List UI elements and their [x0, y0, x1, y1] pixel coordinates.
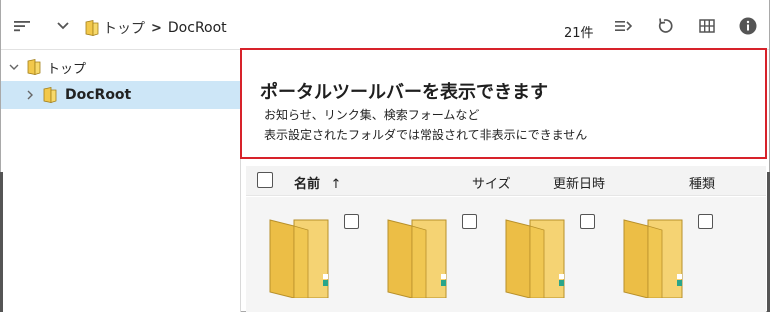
toolbar: トップ > DocRoot 21件	[1, 0, 769, 50]
file-list-header: 名前 ↑ サイズ 更新日時 種類	[246, 166, 766, 196]
folder-tile[interactable]	[364, 197, 477, 312]
folder-icon	[387, 219, 447, 298]
folder-icon	[269, 219, 329, 298]
notice-line-2: 表示設定されたフォルダでは常設されて非表示にできません	[264, 128, 588, 142]
column-type[interactable]: 種類	[689, 173, 715, 192]
breadcrumb-current[interactable]: DocRoot	[168, 20, 227, 36]
folder-icon	[623, 219, 683, 298]
tree-item-top[interactable]: トップ	[1, 53, 241, 81]
chevron-right-icon[interactable]	[23, 88, 37, 102]
folder-tile[interactable]	[600, 197, 713, 312]
folder-grid	[246, 197, 766, 312]
breadcrumb: トップ > DocRoot	[85, 18, 227, 38]
folder-icon	[43, 87, 57, 104]
folder-icon	[27, 59, 41, 76]
tree-item-label: DocRoot	[65, 87, 132, 103]
folder-tree: トップ DocRoot	[1, 51, 241, 312]
notice-line-1: お知らせ、リンク集、検索フォームなど	[264, 108, 480, 122]
folder-tile[interactable]	[246, 197, 359, 312]
folder-checkbox[interactable]	[344, 214, 359, 229]
column-name-label: 名前	[294, 177, 321, 192]
refresh-icon[interactable]	[655, 17, 675, 35]
breadcrumb-separator: >	[151, 20, 162, 36]
folder-icon	[505, 219, 565, 298]
tree-item-docroot[interactable]: DocRoot	[1, 81, 241, 109]
column-modified[interactable]: 更新日時	[553, 173, 605, 192]
item-count: 21件	[564, 26, 594, 41]
notice-title: ポータルツールバーを表示できます	[260, 82, 548, 103]
left-edge-handle	[0, 172, 3, 312]
folder-tile[interactable]	[482, 197, 595, 312]
chevron-down-icon[interactable]	[7, 60, 21, 74]
folder-checkbox[interactable]	[580, 214, 595, 229]
tree-item-label: トップ	[47, 61, 87, 77]
column-size[interactable]: サイズ	[472, 173, 511, 192]
breadcrumb-root[interactable]: トップ	[103, 18, 145, 38]
list-view-icon[interactable]	[613, 17, 633, 35]
folder-checkbox[interactable]	[462, 214, 477, 229]
sort-icon[interactable]	[12, 17, 32, 35]
info-icon[interactable]	[738, 17, 758, 35]
select-all-checkbox[interactable]	[257, 172, 273, 188]
sort-ascending-icon: ↑	[330, 177, 342, 192]
folder-icon	[85, 20, 99, 37]
grid-view-icon[interactable]	[697, 17, 717, 35]
column-name[interactable]: 名前 ↑	[294, 173, 341, 192]
chevron-down-icon[interactable]	[53, 17, 73, 35]
portal-toolbar-notice: ポータルツールバーを表示できます お知らせ、リンク集、検索フォームなど 表示設定…	[240, 48, 767, 159]
folder-checkbox[interactable]	[698, 214, 713, 229]
